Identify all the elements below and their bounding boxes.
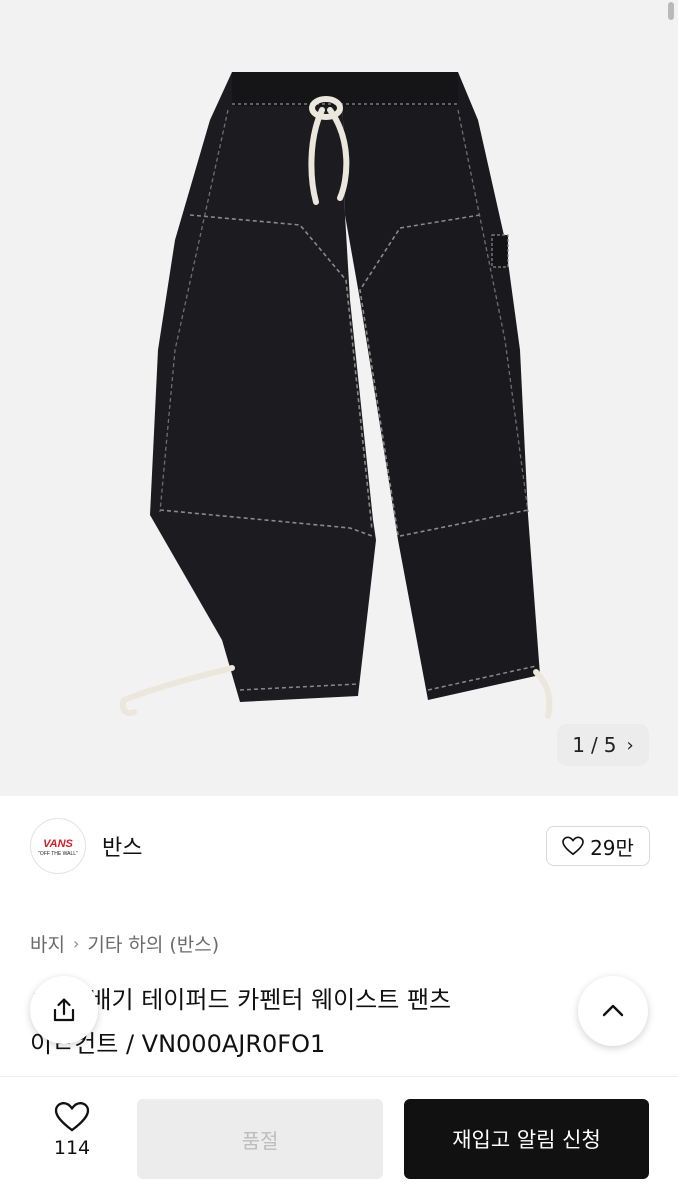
logo-main-text: VANS xyxy=(43,838,73,850)
counter-current: 1 xyxy=(572,733,586,757)
brand-like-count: 29만 xyxy=(590,835,634,860)
image-counter[interactable]: 1 / 5 › xyxy=(557,724,649,766)
chevron-right-icon: › xyxy=(626,734,634,756)
breadcrumb: 바지 › 기타 하의 (반스) xyxy=(30,930,219,957)
logo-sub-text: "OFF THE WALL" xyxy=(38,851,78,857)
product-title: ㄹ 지 배기 테이퍼드 카펜터 웨이스트 팬츠 이ㄹ컨트 / VN000AJR0… xyxy=(30,978,590,1066)
wishlist-button[interactable]: 114 xyxy=(40,1101,104,1159)
product-title-line-1: ㄹ 지 배기 테이퍼드 카펜터 웨이스트 팬츠 xyxy=(30,986,452,1014)
chevron-up-icon xyxy=(602,1004,624,1017)
brand-like-button[interactable]: 29만 xyxy=(546,826,650,866)
counter-separator: / xyxy=(591,733,598,757)
counter-total: 5 xyxy=(603,733,617,757)
bottom-action-bar: 114 품절 재입고 알림 신청 xyxy=(0,1076,678,1200)
wishlist-count: 114 xyxy=(53,1137,91,1159)
share-icon xyxy=(53,998,75,1022)
scroll-to-top-button[interactable] xyxy=(578,976,648,1046)
breadcrumb-item-pants[interactable]: 바지 xyxy=(30,930,65,957)
heart-icon xyxy=(562,836,584,856)
restock-alert-button[interactable]: 재입고 알림 신청 xyxy=(404,1099,649,1179)
chevron-right-icon: › xyxy=(72,934,80,953)
product-title-line-2: 이ㄹ컨트 / VN000AJR0FO1 xyxy=(30,1030,326,1058)
heart-icon xyxy=(54,1102,90,1132)
brand-logo[interactable]: VANS "OFF THE WALL" xyxy=(30,818,86,874)
product-image xyxy=(0,0,678,796)
breadcrumb-item-other-bottoms[interactable]: 기타 하의 (반스) xyxy=(87,930,219,957)
brand-name[interactable]: 반스 xyxy=(102,830,142,862)
vans-logo-icon: VANS "OFF THE WALL" xyxy=(38,838,78,857)
scroll-indicator xyxy=(668,2,674,20)
share-button[interactable] xyxy=(30,976,98,1044)
soldout-button: 품절 xyxy=(137,1099,383,1179)
brand-row: VANS "OFF THE WALL" 반스 29만 xyxy=(0,796,678,902)
product-image-gallery[interactable]: 1 / 5 › xyxy=(0,0,678,796)
